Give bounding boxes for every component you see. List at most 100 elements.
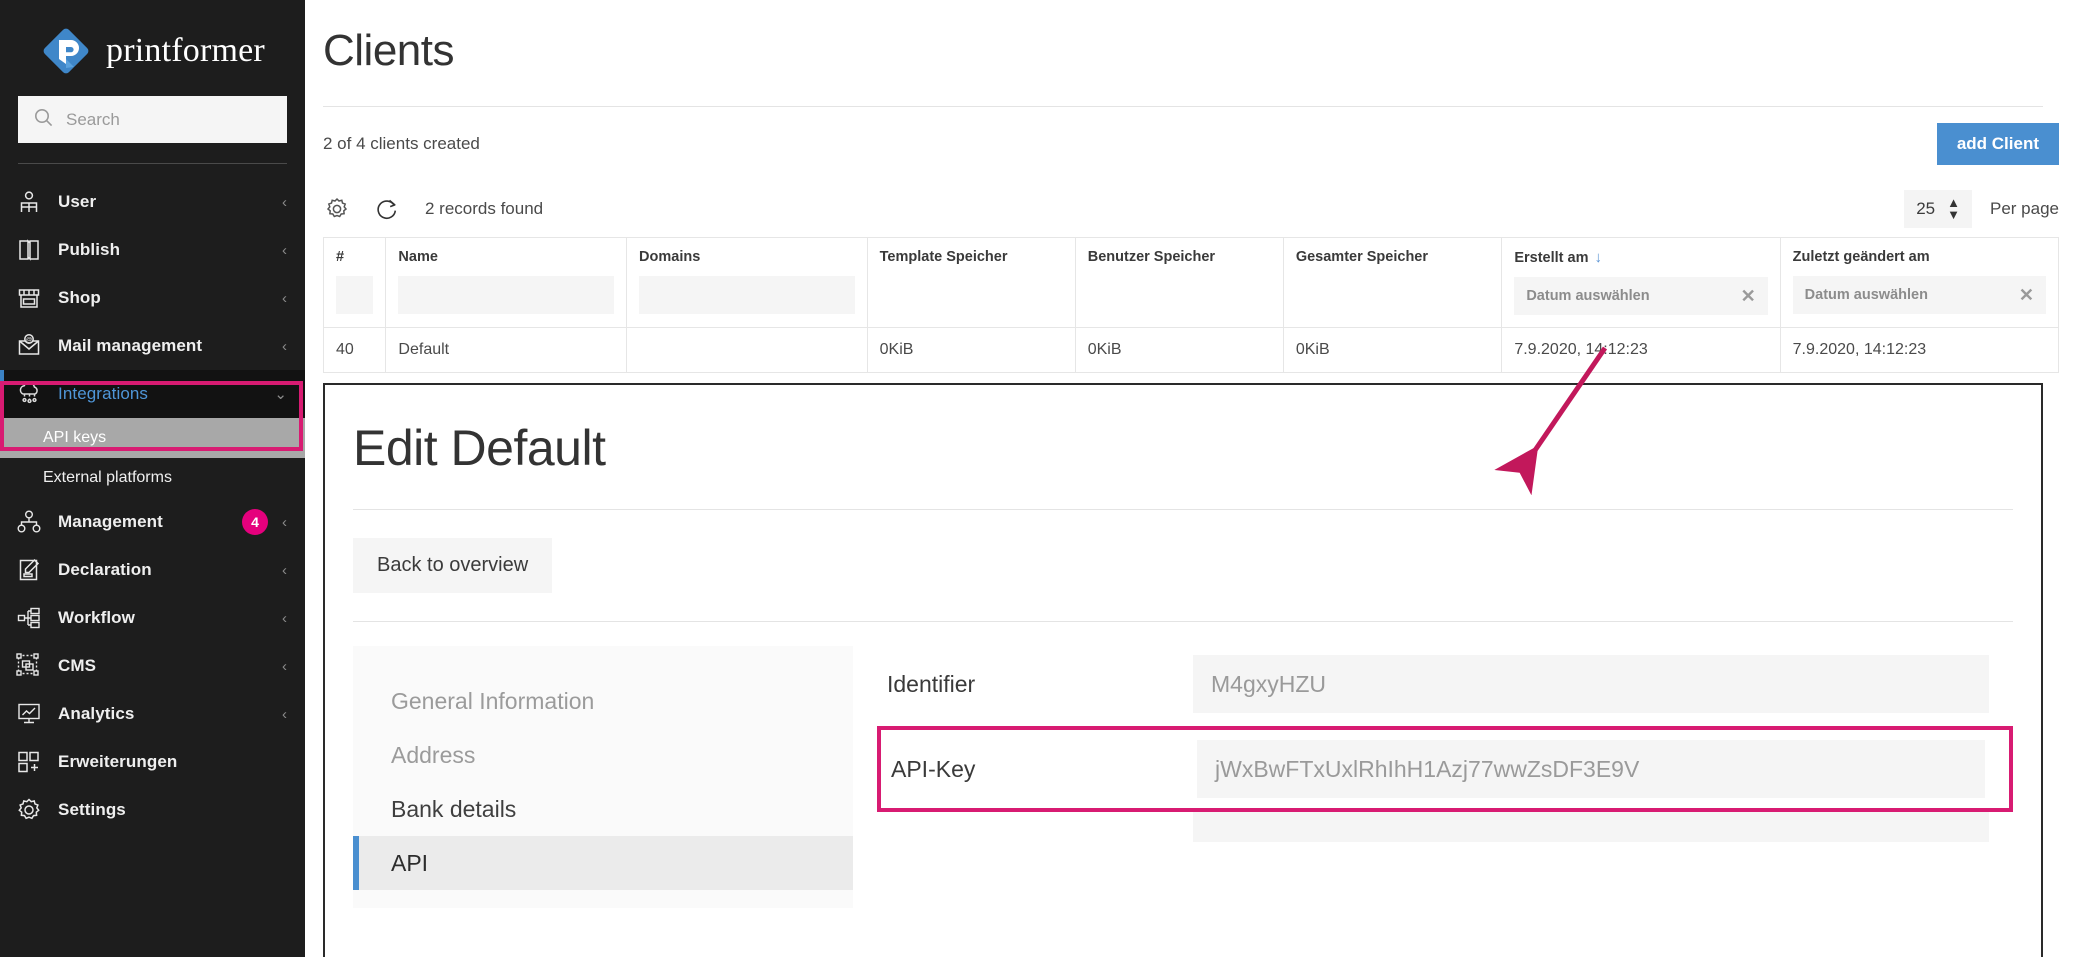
filter-input-domains[interactable]: [639, 276, 855, 314]
edit-panel-actions: Back to overview: [325, 510, 2041, 593]
sidebar-item-label: Shop: [58, 288, 268, 308]
sidebar-item-label: Settings: [58, 800, 287, 820]
per-page-value: 25: [1916, 199, 1935, 219]
cloud-icon: [14, 379, 44, 409]
sidebar-item-publish[interactable]: Publish ‹: [0, 226, 305, 274]
table-body: 40 Default 0KiB 0KiB 0KiB 7.9.2020, 14:1…: [324, 328, 2059, 373]
sidebar-item-management[interactable]: Management 4 ‹: [0, 498, 305, 546]
management-badge: 4: [242, 509, 268, 535]
page-header: Clients: [305, 0, 2083, 107]
brand-name: printformer: [106, 32, 265, 70]
th-domains: Domains: [627, 238, 868, 328]
identifier-input[interactable]: M4gxyHZU: [1193, 655, 1989, 713]
th-label-text: Benutzer Speicher: [1088, 249, 1215, 265]
chevron-left-icon[interactable]: ‹: [282, 706, 287, 723]
chevron-left-icon[interactable]: ‹: [282, 338, 287, 355]
chevron-left-icon[interactable]: ‹: [282, 194, 287, 211]
back-to-overview-button[interactable]: Back to overview: [353, 538, 552, 593]
sidebar: printformer: [0, 0, 305, 957]
field-label: API-Key: [891, 756, 1177, 783]
field-identifier: Identifier M4gxyHZU: [877, 646, 2013, 722]
app-root: printformer: [0, 0, 2083, 957]
sidebar-item-declaration[interactable]: Declaration ‹: [0, 546, 305, 594]
close-icon[interactable]: ✕: [2019, 286, 2034, 304]
clients-count-text: 2 of 4 clients created: [323, 134, 480, 154]
sidebar-item-analytics[interactable]: Analytics ‹: [0, 690, 305, 738]
tab-address[interactable]: Address: [353, 728, 853, 782]
tab-bank-details[interactable]: Bank details: [353, 782, 853, 836]
page-title: Clients: [323, 26, 2043, 76]
cell-domains: [627, 328, 868, 373]
sidebar-subitem-api-keys[interactable]: API keys: [0, 418, 305, 458]
api-key-input[interactable]: jWxBwFTxUxlRhIhH1Azj77wwZsDF3E9V: [1197, 740, 1985, 798]
table-row[interactable]: 40 Default 0KiB 0KiB 0KiB 7.9.2020, 14:1…: [324, 328, 2059, 373]
th-label-text: Zuletzt geändert am: [1793, 249, 1930, 265]
edit-panel-tab-list: General Information Address Bank details…: [353, 646, 853, 908]
extensions-icon: [14, 747, 44, 777]
org-chart-icon: [14, 507, 44, 537]
printformer-logo-icon: [40, 25, 92, 77]
sort-descending-icon[interactable]: ↓: [1594, 249, 1602, 266]
filter-input-id[interactable]: [336, 276, 373, 314]
sidebar-item-shop[interactable]: Shop ‹: [0, 274, 305, 322]
gear-icon: [14, 795, 44, 825]
shop-icon: [14, 283, 44, 313]
date-placeholder: Datum auswählen: [1805, 287, 1928, 303]
th-label-text: Template Speicher: [880, 249, 1008, 265]
tab-api[interactable]: API: [353, 836, 853, 890]
th-name: Name: [386, 238, 627, 328]
field-next-partial: [877, 812, 2013, 842]
sidebar-item-integrations[interactable]: Integrations ⌄: [0, 370, 305, 418]
search-input[interactable]: [66, 110, 271, 130]
sidebar-item-workflow[interactable]: Workflow ‹: [0, 594, 305, 642]
sidebar-item-cms[interactable]: CMS ‹: [0, 642, 305, 690]
th-zuletzt-geaendert-am[interactable]: Zuletzt geändert am Datum auswählen ✕: [1780, 238, 2058, 328]
cell-gesamter-speicher: 0KiB: [1283, 328, 1502, 373]
cell-id: 40: [324, 328, 386, 373]
sidebar-item-user[interactable]: User ‹: [0, 178, 305, 226]
chevron-left-icon[interactable]: ‹: [282, 242, 287, 259]
next-field-input[interactable]: [1193, 812, 1989, 842]
th-erstellt-am[interactable]: Erstellt am ↓ Datum auswählen ✕: [1502, 238, 1780, 328]
clients-table-container: # Name Domains Template Speicher: [305, 237, 2083, 373]
chevron-left-icon[interactable]: ‹: [282, 562, 287, 579]
sidebar-item-label: Mail management: [58, 336, 268, 356]
sidebar-item-label: Declaration: [58, 560, 268, 580]
chevron-left-icon[interactable]: ‹: [282, 514, 287, 531]
chevron-down-icon[interactable]: ⌄: [274, 385, 287, 403]
main-content: Clients 2 of 4 clients created add Clien…: [305, 0, 2083, 957]
add-client-button[interactable]: add Client: [1937, 123, 2059, 165]
tab-label: Bank details: [391, 796, 516, 823]
refresh-icon[interactable]: [373, 195, 401, 223]
filter-input-name[interactable]: [398, 276, 614, 314]
chevron-left-icon[interactable]: ‹: [282, 658, 287, 675]
tab-general-information[interactable]: General Information: [353, 674, 853, 728]
records-found-text: 2 records found: [425, 199, 543, 219]
th-id: #: [324, 238, 386, 328]
sidebar-item-label: Analytics: [58, 704, 268, 724]
sidebar-subitem-external-platforms[interactable]: External platforms: [0, 458, 305, 498]
subheader: 2 of 4 clients created add Client: [305, 107, 2083, 181]
edit-panel-title: Edit Default: [325, 385, 2041, 477]
sidebar-item-mail-management[interactable]: @ Mail management ‹: [0, 322, 305, 370]
filter-date-zuletzt-geaendert[interactable]: Datum auswählen ✕: [1793, 276, 2046, 314]
per-page-select[interactable]: 25 ▲▼: [1904, 190, 1972, 227]
table-head: # Name Domains Template Speicher: [324, 238, 2059, 328]
toolbar-right: 25 ▲▼ Per page: [1904, 190, 2059, 227]
date-placeholder: Datum auswählen: [1526, 288, 1649, 304]
cms-icon: [14, 651, 44, 681]
filter-date-erstellt-am[interactable]: Datum auswählen ✕: [1514, 277, 1767, 315]
analytics-icon: [14, 699, 44, 729]
sidebar-item-erweiterungen[interactable]: Erweiterungen: [0, 738, 305, 786]
gear-icon[interactable]: [323, 195, 351, 223]
per-page-label: Per page: [1990, 199, 2059, 219]
search-box[interactable]: [18, 96, 287, 143]
edit-panel-fields: Identifier M4gxyHZU API-Key jWxBwFTxUxlR…: [877, 646, 2013, 908]
th-template-speicher: Template Speicher: [867, 238, 1075, 328]
chevron-left-icon[interactable]: ‹: [282, 290, 287, 307]
th-label-text: Gesamter Speicher: [1296, 249, 1428, 265]
sidebar-item-settings[interactable]: Settings: [0, 786, 305, 834]
chevron-left-icon[interactable]: ‹: [282, 610, 287, 627]
brand[interactable]: printformer: [0, 0, 305, 96]
close-icon[interactable]: ✕: [1741, 287, 1756, 305]
